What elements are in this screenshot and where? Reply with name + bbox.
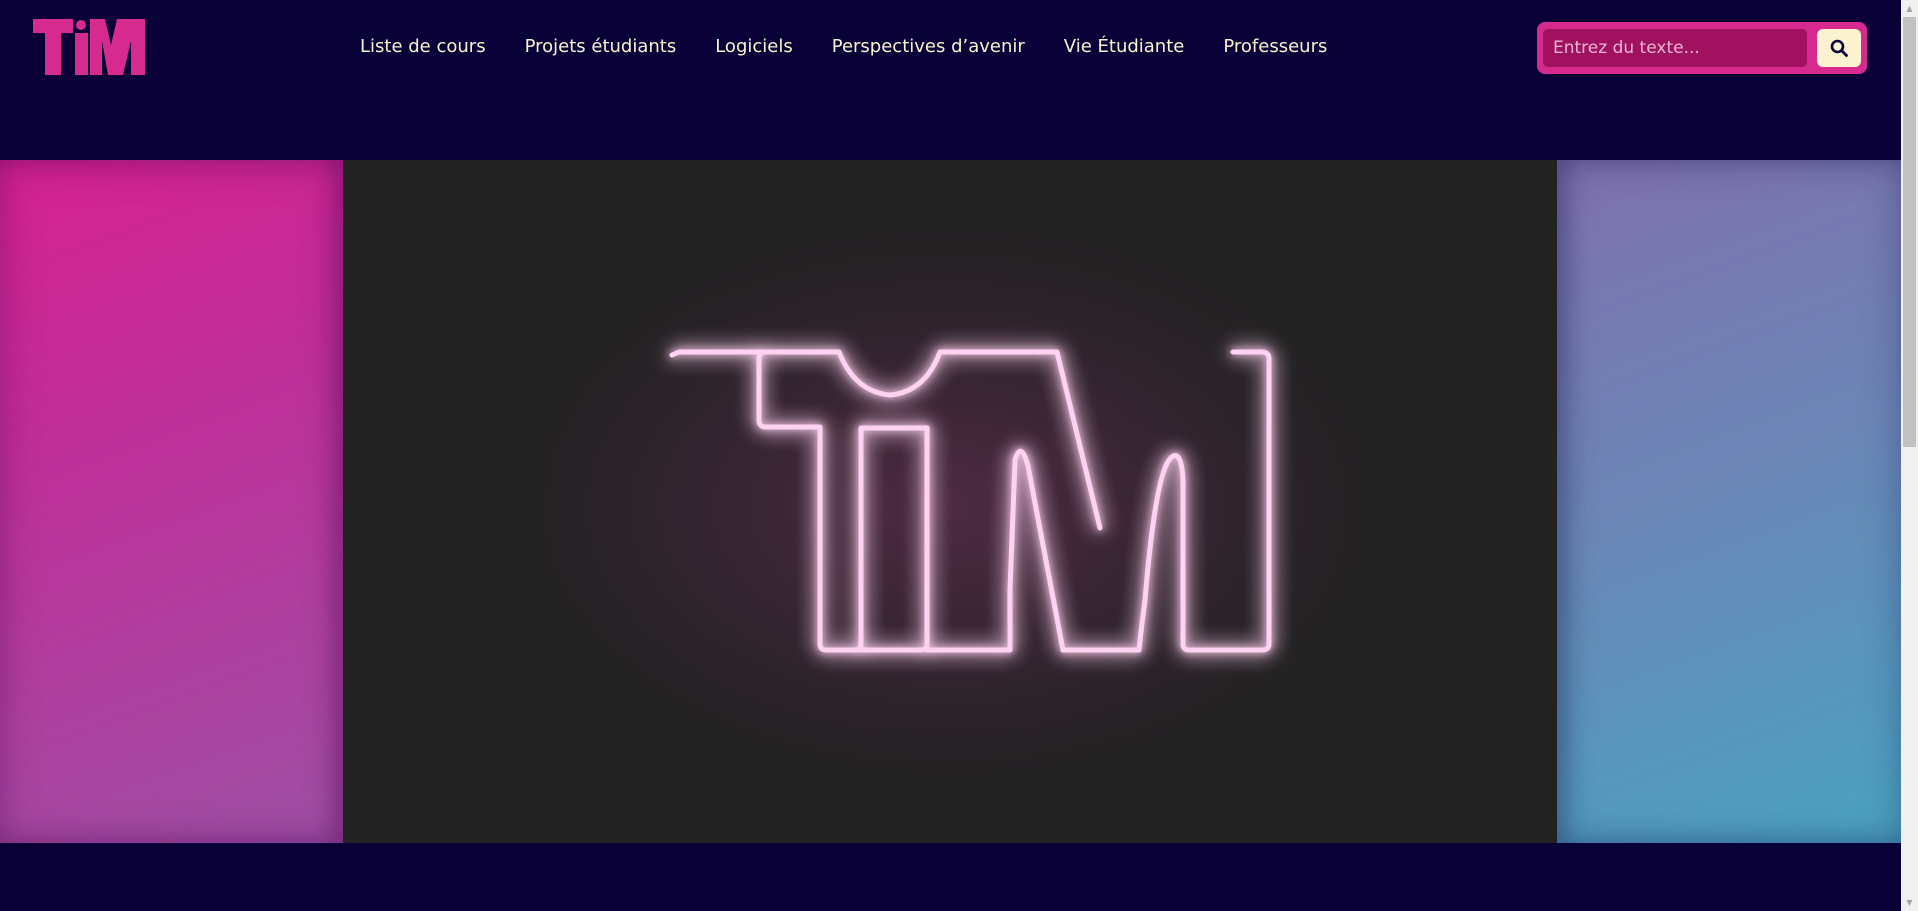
hero-center-panel	[343, 160, 1557, 843]
search-icon	[1830, 39, 1848, 57]
nav-item-logiciels[interactable]: Logiciels	[715, 36, 793, 57]
scroll-down-arrow-icon[interactable]: ▼	[1901, 894, 1918, 911]
nav-item-projets-etudiants[interactable]: Projets étudiants	[525, 36, 677, 57]
hero-banner	[0, 160, 1901, 843]
nav-item-liste-de-cours[interactable]: Liste de cours	[360, 36, 486, 57]
main-nav: Liste de cours Projets étudiants Logicie…	[360, 36, 1327, 57]
nav-item-professeurs[interactable]: Professeurs	[1223, 36, 1327, 57]
search-box	[1537, 22, 1867, 74]
search-input[interactable]	[1543, 29, 1807, 67]
nav-item-perspectives-avenir[interactable]: Perspectives d’avenir	[832, 36, 1025, 57]
neon-tim-logo	[520, 250, 1360, 770]
hero-left-gradient-panel	[0, 160, 343, 843]
scroll-up-arrow-icon[interactable]: ▲	[1901, 0, 1918, 17]
vertical-scrollbar[interactable]: ▲ ▼	[1901, 0, 1918, 911]
nav-item-vie-etudiante[interactable]: Vie Étudiante	[1064, 36, 1185, 57]
scrollbar-thumb[interactable]	[1903, 17, 1916, 447]
hero-right-gradient-panel	[1557, 160, 1901, 843]
page: Liste de cours Projets étudiants Logicie…	[0, 0, 1901, 911]
search-button[interactable]	[1817, 29, 1861, 67]
tim-logo[interactable]	[33, 19, 145, 75]
